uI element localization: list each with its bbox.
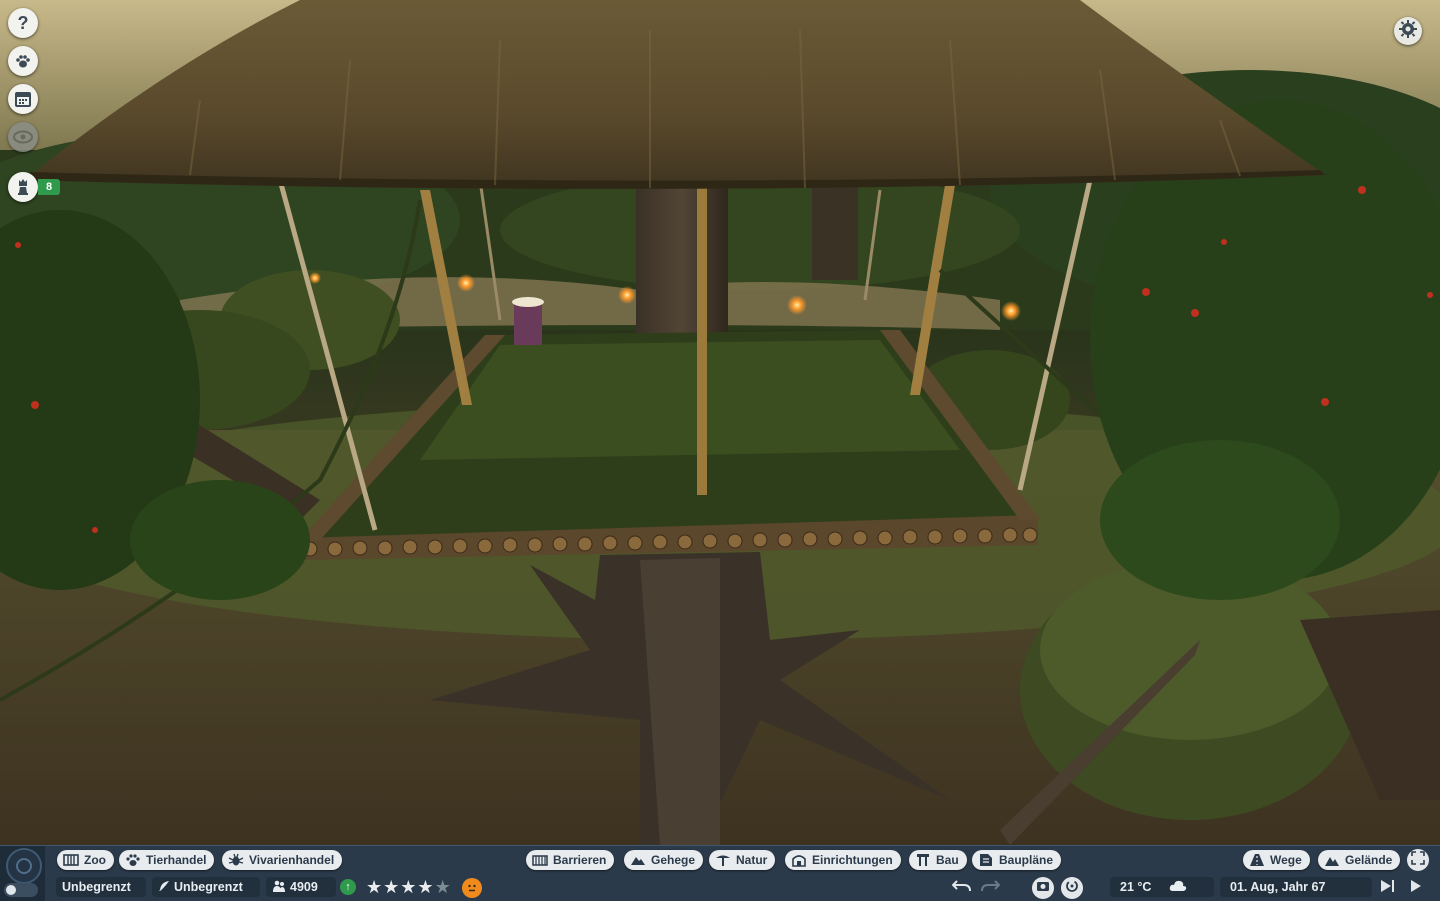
- star-icon: ★: [366, 877, 383, 897]
- redo-icon: [980, 877, 1001, 900]
- fast-forward-button[interactable]: [1405, 877, 1427, 899]
- tab-zoo-label: Zoo: [84, 853, 106, 867]
- guests-display[interactable]: 4909: [266, 877, 336, 897]
- camera-icon: [1036, 879, 1050, 897]
- building-icon: [791, 853, 807, 867]
- bottom-hud: Zoo Tierhandel Vivarienhandel Barrieren …: [0, 845, 1440, 901]
- research-value: Unbegrenzt: [174, 880, 243, 894]
- gear-icon: [1398, 19, 1418, 44]
- tab-gelaende-label: Gelände: [1345, 853, 1393, 867]
- habitat-icon: [630, 853, 646, 867]
- path-icon: [1249, 853, 1265, 867]
- calendar-icon: [14, 90, 32, 108]
- feather-icon: [158, 880, 170, 895]
- notifications-button[interactable]: [8, 172, 38, 202]
- help-icon: ?: [17, 12, 29, 33]
- play-icon: [1379, 879, 1395, 898]
- date-display[interactable]: 01. Aug, Jahr 67: [1220, 877, 1372, 897]
- tab-barrieren[interactable]: Barrieren: [526, 850, 615, 870]
- tab-vivarienhandel[interactable]: Vivarienhandel: [222, 850, 343, 870]
- zoo-rating[interactable]: ★ ★ ★ ★ ★: [366, 877, 452, 897]
- star-empty-icon: ★: [434, 877, 451, 897]
- management-panel: [0, 846, 45, 901]
- fence-icon: [532, 853, 548, 867]
- redo-button[interactable]: [979, 877, 1001, 899]
- management-dial-button[interactable]: [6, 848, 42, 884]
- game-viewport[interactable]: [0, 0, 1440, 845]
- star-icon: ★: [383, 877, 400, 897]
- undo-button[interactable]: [951, 877, 973, 899]
- tab-tierhandel-label: Tierhandel: [146, 853, 207, 867]
- camera-button[interactable]: [1032, 877, 1054, 899]
- tab-vivarienhandel-label: Vivarienhandel: [249, 853, 335, 867]
- paw-icon: [125, 853, 141, 867]
- bug-icon: [228, 853, 244, 867]
- guests-icon: [272, 879, 286, 896]
- guest-mood-icon[interactable]: [462, 878, 482, 898]
- animals-button[interactable]: [8, 46, 38, 76]
- date-value: 01. Aug, Jahr 67: [1230, 880, 1326, 894]
- star-icon: ★: [400, 877, 417, 897]
- tab-natur[interactable]: Natur: [709, 850, 776, 870]
- tree-icon: [715, 853, 731, 867]
- help-button[interactable]: ?: [8, 8, 38, 38]
- tab-bau[interactable]: Bau: [909, 850, 967, 870]
- tab-einrichtungen-label: Einrichtungen: [812, 853, 893, 867]
- tab-einrichtungen[interactable]: Einrichtungen: [785, 850, 901, 870]
- temperature-display[interactable]: 21 °C: [1110, 877, 1214, 897]
- trend-up-icon: ↑: [340, 879, 356, 895]
- expand-icon: [1411, 850, 1425, 870]
- chess-piece-icon: [15, 178, 31, 196]
- tab-wege[interactable]: Wege: [1243, 850, 1310, 870]
- expand-button[interactable]: [1407, 849, 1429, 871]
- tab-wege-label: Wege: [1270, 853, 1302, 867]
- tab-bauplaene-label: Baupläne: [999, 853, 1054, 867]
- settings-button[interactable]: [1394, 17, 1422, 45]
- tab-zoo[interactable]: Zoo: [57, 850, 114, 870]
- tab-gehege-label: Gehege: [651, 853, 696, 867]
- visibility-button[interactable]: [8, 122, 38, 152]
- jungle-scene-illustration: [0, 0, 1440, 845]
- eye-icon: [13, 130, 33, 144]
- construction-icon: [915, 853, 931, 867]
- money-value: Unbegrenzt: [62, 880, 131, 894]
- tab-bau-label: Bau: [936, 853, 959, 867]
- paw-icon: [14, 52, 32, 70]
- fast-forward-icon: [1409, 879, 1423, 898]
- zoo-icon: [63, 853, 79, 867]
- terrain-icon: [1324, 853, 1340, 867]
- tab-gehege[interactable]: Gehege: [624, 850, 704, 870]
- notification-count-badge: 8: [38, 179, 60, 195]
- money-display[interactable]: Unbegrenzt: [56, 877, 146, 897]
- cycle-view-button[interactable]: [1061, 877, 1083, 899]
- temperature-value: 21 °C: [1120, 880, 1152, 894]
- star-icon: ★: [417, 877, 434, 897]
- calendar-button[interactable]: [8, 84, 38, 114]
- play-speed-button[interactable]: [1376, 877, 1398, 899]
- weather-cloud-icon: [1169, 879, 1187, 896]
- tab-natur-label: Natur: [736, 853, 768, 867]
- tab-gelaende[interactable]: Gelände: [1318, 850, 1401, 870]
- tab-bauplaene[interactable]: Baupläne: [972, 850, 1062, 870]
- undo-icon: [951, 877, 972, 900]
- hud-toggle[interactable]: [4, 883, 38, 897]
- cycle-icon: [1065, 879, 1079, 898]
- tab-barrieren-label: Barrieren: [553, 853, 607, 867]
- tab-tierhandel[interactable]: Tierhandel: [119, 850, 215, 870]
- guests-value: 4909: [290, 880, 318, 894]
- research-display[interactable]: Unbegrenzt: [152, 877, 260, 897]
- blueprint-icon: [978, 853, 994, 867]
